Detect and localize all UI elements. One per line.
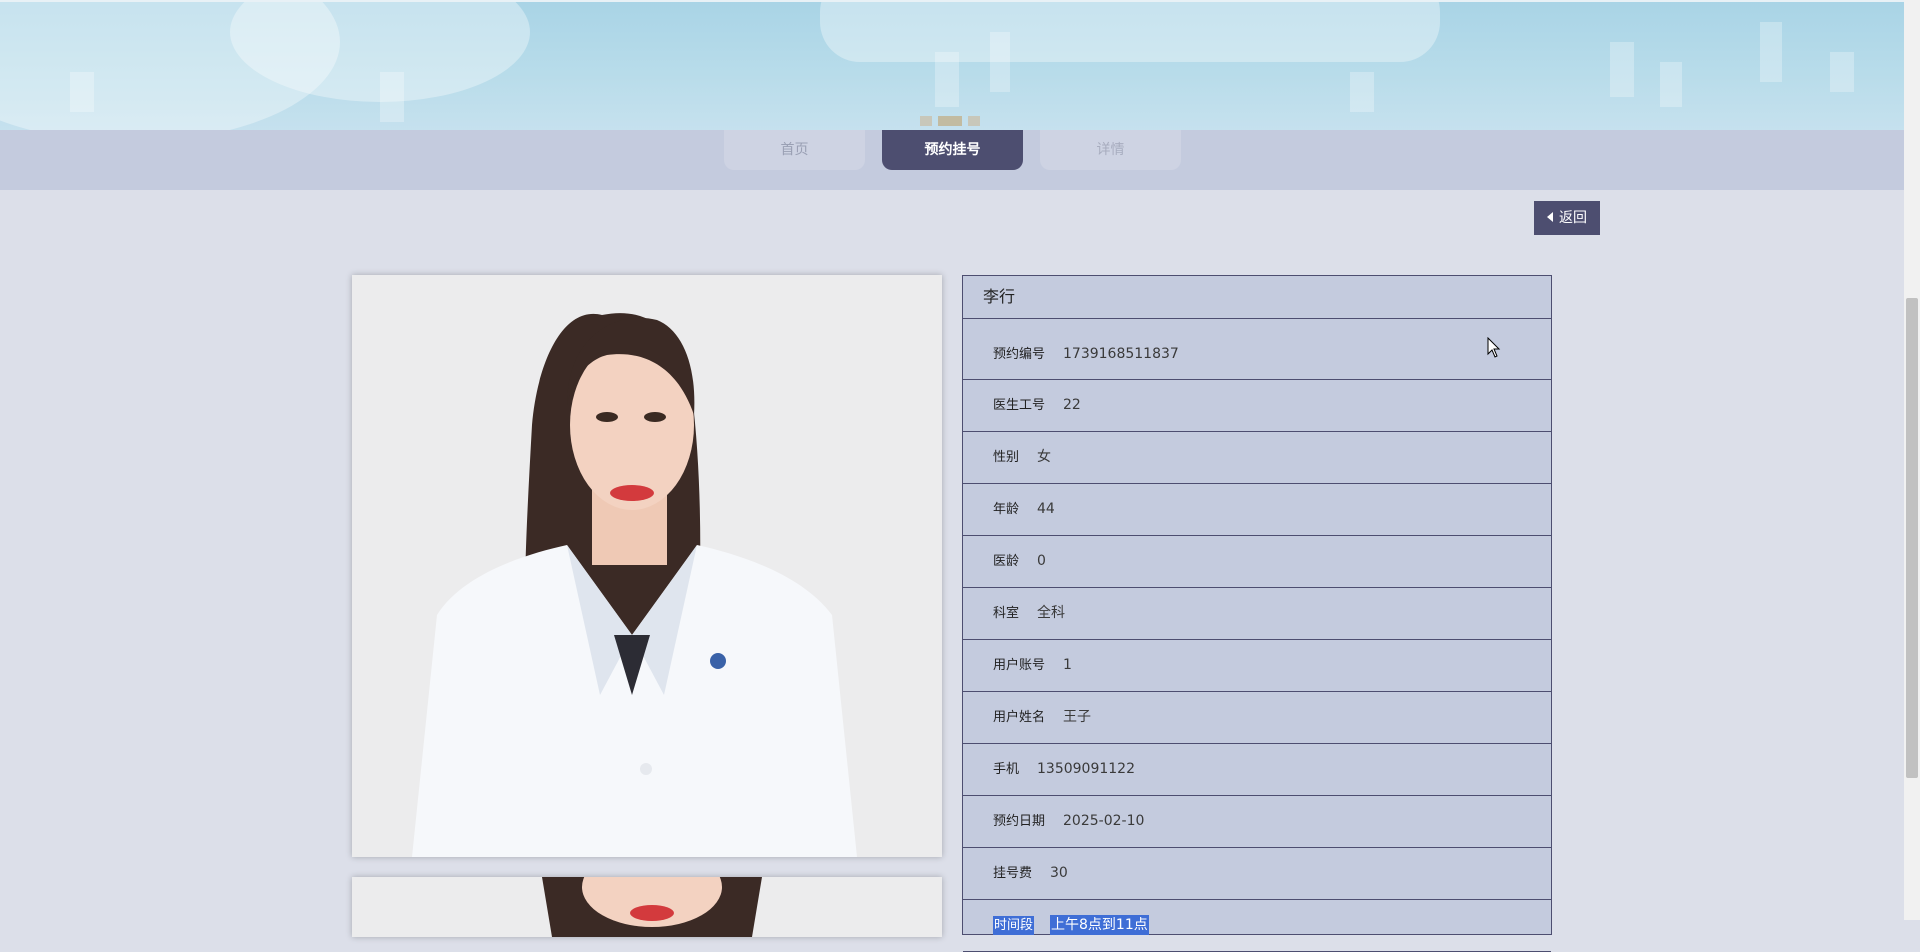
doctor-photo-secondary bbox=[352, 877, 942, 937]
field-value: 上午8点到11点 bbox=[1050, 915, 1149, 935]
info-row-phone: 手机 13509091122 bbox=[963, 744, 1551, 796]
field-value: 13509091122 bbox=[1037, 761, 1135, 777]
field-label: 挂号费 bbox=[993, 866, 1033, 881]
doctor-photo bbox=[352, 275, 942, 857]
field-label: 手机 bbox=[993, 762, 1020, 777]
tab-home[interactable]: 首页 bbox=[724, 130, 865, 170]
carousel-dot[interactable] bbox=[920, 116, 932, 126]
field-label: 医生工号 bbox=[993, 398, 1046, 413]
field-value: 0 bbox=[1037, 553, 1046, 569]
info-row-experience: 医龄 0 bbox=[963, 536, 1551, 588]
field-value: 1739168511837 bbox=[1063, 346, 1179, 362]
field-value: 1 bbox=[1063, 657, 1072, 673]
info-row-department: 科室 全科 bbox=[963, 588, 1551, 640]
mouse-cursor-icon bbox=[1487, 337, 1501, 358]
field-label: 性别 bbox=[993, 450, 1020, 465]
field-label: 预约日期 bbox=[993, 814, 1046, 829]
field-value: 30 bbox=[1050, 865, 1068, 881]
field-label: 医龄 bbox=[993, 554, 1020, 569]
tab-appointment[interactable]: 预约挂号 bbox=[882, 130, 1023, 170]
info-row-doctor-id: 医生工号 22 bbox=[963, 380, 1551, 432]
field-value: 王子 bbox=[1063, 709, 1092, 725]
info-row-appointment-id: 预约编号 1739168511837 bbox=[963, 319, 1551, 380]
field-label: 用户姓名 bbox=[993, 710, 1046, 725]
info-row-gender: 性别 女 bbox=[963, 432, 1551, 484]
field-label: 时间段 bbox=[993, 916, 1035, 935]
field-value: 2025-02-10 bbox=[1063, 813, 1145, 829]
info-row-user-name: 用户姓名 王子 bbox=[963, 692, 1551, 744]
info-row-fee: 挂号费 30 bbox=[963, 848, 1551, 900]
carousel-indicators[interactable] bbox=[920, 116, 980, 126]
field-label: 用户账号 bbox=[993, 658, 1046, 673]
field-label: 科室 bbox=[993, 606, 1020, 621]
field-value: 全科 bbox=[1037, 605, 1066, 621]
carousel-dot-active[interactable] bbox=[938, 116, 962, 126]
caret-left-icon bbox=[1547, 212, 1553, 222]
field-label: 预约编号 bbox=[993, 347, 1046, 362]
info-row-time-slot: 时间段 上午8点到11点 bbox=[963, 900, 1551, 952]
back-button[interactable]: 返回 bbox=[1534, 201, 1600, 235]
info-row-age: 年龄 44 bbox=[963, 484, 1551, 536]
scrollbar-thumb[interactable] bbox=[1906, 298, 1918, 778]
doctor-info-panel: 李行 预约编号 1739168511837 医生工号 22 性别 女 年龄 44 医龄 0… bbox=[962, 275, 1552, 952]
carousel-dot[interactable] bbox=[968, 116, 980, 126]
back-button-label: 返回 bbox=[1559, 210, 1587, 226]
field-value: 22 bbox=[1063, 397, 1081, 413]
doctor-name: 李行 bbox=[963, 276, 1551, 319]
header-banner bbox=[0, 0, 1904, 132]
info-row-user-account: 用户账号 1 bbox=[963, 640, 1551, 692]
info-row-appointment-date: 预约日期 2025-02-10 bbox=[963, 796, 1551, 848]
field-label: 年龄 bbox=[993, 502, 1020, 517]
field-value: 女 bbox=[1037, 449, 1052, 465]
tab-detail[interactable]: 详情 bbox=[1040, 130, 1181, 170]
field-value: 44 bbox=[1037, 501, 1055, 517]
